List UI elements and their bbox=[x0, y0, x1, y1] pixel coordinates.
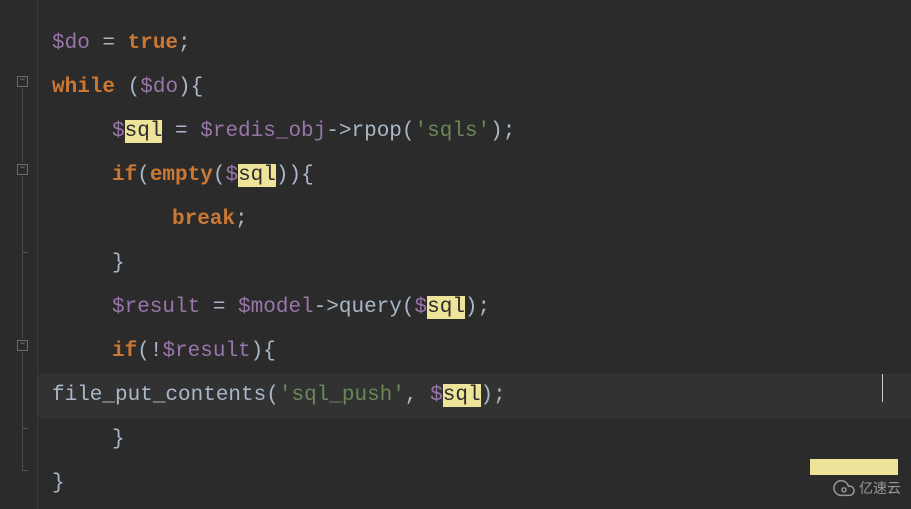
code-line: if(empty($sql)){ bbox=[52, 154, 911, 198]
watermark: 亿速云 bbox=[833, 477, 901, 499]
search-highlight: sql bbox=[443, 384, 481, 407]
search-highlight: sql bbox=[427, 296, 465, 319]
code-line: $result = $model->query($sql); bbox=[52, 286, 911, 330]
watermark-text: 亿速云 bbox=[859, 478, 901, 498]
code-line: } bbox=[52, 462, 911, 506]
code-editor[interactable]: $do = true; while ($do){ $sql = $redis_o… bbox=[0, 0, 911, 509]
cloud-icon bbox=[833, 477, 855, 499]
code-line: $do = true; bbox=[52, 22, 911, 66]
fold-toggle-if-empty[interactable] bbox=[17, 164, 28, 175]
fold-toggle-while[interactable] bbox=[17, 76, 28, 87]
code-line: break; bbox=[52, 198, 911, 242]
gutter bbox=[0, 0, 38, 509]
search-highlight: sql bbox=[238, 164, 276, 187]
code-line-current: file_put_contents('sql_push', $sql); bbox=[38, 374, 911, 418]
code-line: } bbox=[52, 242, 911, 286]
code-line: } bbox=[52, 418, 911, 462]
code-area[interactable]: $do = true; while ($do){ $sql = $redis_o… bbox=[38, 0, 911, 509]
watermark-highlight bbox=[810, 459, 898, 475]
search-highlight: sql bbox=[125, 120, 163, 143]
code-line: while ($do){ bbox=[52, 66, 911, 110]
code-line: $sql = $redis_obj->rpop('sqls'); bbox=[52, 110, 911, 154]
fold-toggle-if-result[interactable] bbox=[17, 340, 28, 351]
code-line: if(!$result){ bbox=[52, 330, 911, 374]
text-cursor bbox=[882, 374, 883, 402]
